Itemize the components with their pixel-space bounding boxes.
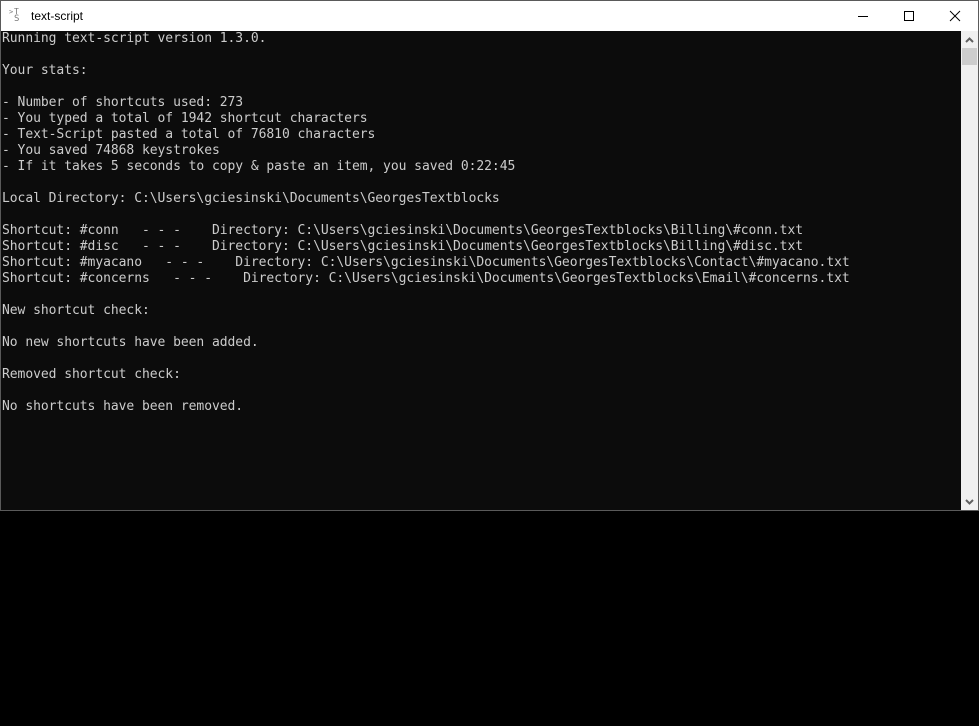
console-output[interactable]: Running text-script version 1.3.0. Your s… [1, 31, 961, 510]
console-line: Your stats: [2, 63, 88, 78]
vertical-scrollbar[interactable] [961, 31, 978, 510]
desktop-background [0, 511, 979, 726]
window-title: text-script [31, 9, 84, 23]
chevron-down-icon [965, 498, 974, 505]
console-line: - You saved 74868 keystrokes [2, 143, 220, 158]
console-window: > T S text-script Running text-script ve… [0, 0, 979, 511]
console-line: Shortcut: #myacano - - - Directory: C:\U… [2, 255, 850, 270]
close-icon [949, 10, 961, 22]
scrollbar-thumb[interactable] [962, 48, 977, 65]
console-line: - If it takes 5 seconds to copy & paste … [2, 159, 516, 174]
console-line: - Text-Script pasted a total of 76810 ch… [2, 127, 376, 142]
console-lines: Running text-script version 1.3.0. Your s… [1, 31, 961, 415]
console-line: Shortcut: #disc - - - Directory: C:\User… [2, 239, 803, 254]
window-controls [840, 1, 978, 31]
console-line: - Number of shortcuts used: 273 [2, 95, 244, 110]
console-line: - You typed a total of 1942 shortcut cha… [2, 111, 368, 126]
console-line: Removed shortcut check: [2, 367, 181, 382]
minimize-button[interactable] [840, 1, 886, 31]
maximize-icon [904, 11, 914, 21]
minimize-icon [858, 16, 868, 17]
console-line: Running text-script version 1.3.0. [2, 31, 267, 46]
chevron-up-icon [965, 36, 974, 43]
console-line: No shortcuts have been removed. [2, 399, 244, 414]
console-app-icon: > T S [9, 7, 20, 24]
console-line: Shortcut: #concerns - - - Directory: C:\… [2, 271, 850, 286]
console-line: Local Directory: C:\Users\gciesinski\Doc… [2, 191, 500, 206]
title-bar[interactable]: > T S text-script [1, 1, 978, 31]
console-line: Shortcut: #conn - - - Directory: C:\User… [2, 223, 803, 238]
console-line: New shortcut check: [2, 303, 150, 318]
console-line: No new shortcuts have been added. [2, 335, 259, 350]
maximize-button[interactable] [886, 1, 932, 31]
close-button[interactable] [932, 1, 978, 31]
scroll-down-button[interactable] [961, 493, 978, 510]
scroll-up-button[interactable] [961, 31, 978, 48]
